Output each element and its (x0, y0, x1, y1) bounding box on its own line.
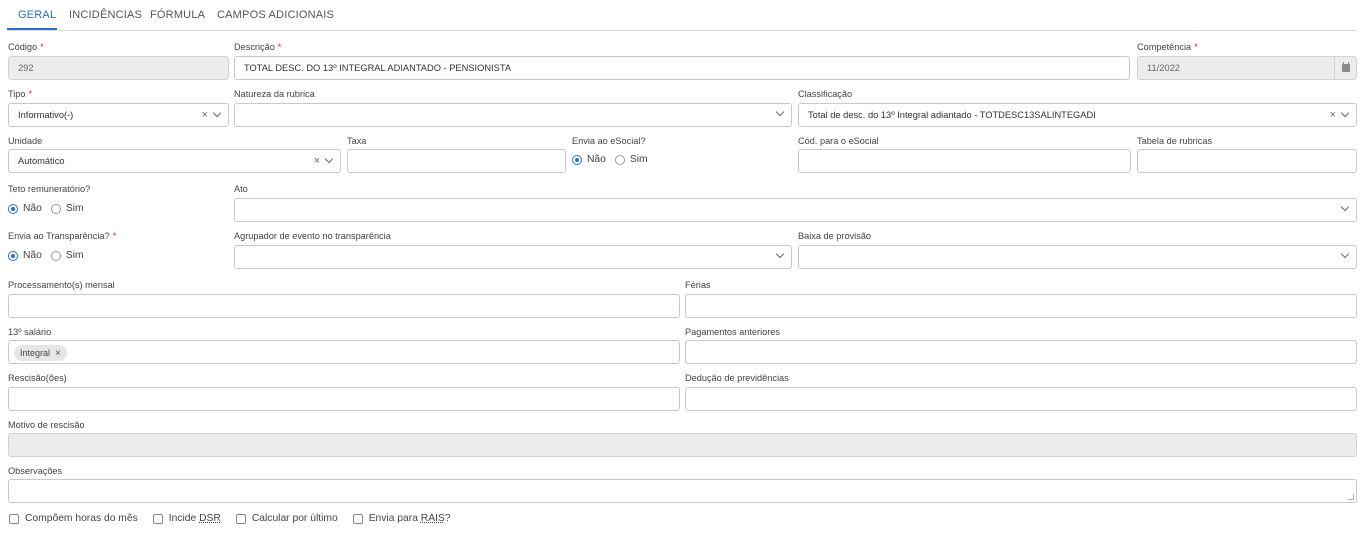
competencia-label: Competência * (1137, 42, 1198, 52)
chip-remove-icon[interactable]: × (55, 348, 61, 359)
pagamentos-anteriores-input[interactable] (685, 340, 1357, 364)
clear-icon[interactable]: × (314, 155, 320, 167)
tipo-select[interactable]: Informativo(-) × (8, 103, 229, 127)
teto-sim-radio[interactable]: Sim (50, 203, 84, 214)
envia-esocial-label: Envia ao eSocial? (572, 136, 646, 146)
tabela-rubricas-input[interactable] (1137, 149, 1357, 173)
incide-dsr-checkbox[interactable]: Incide DSR (152, 513, 221, 524)
pagamentos-anteriores-label: Pagamentos anteriores (685, 327, 780, 337)
cod-esocial-input[interactable] (798, 149, 1131, 173)
envia-rais-checkbox[interactable]: Envia para RAIS? (352, 513, 451, 524)
baixa-provisao-label: Baixa de provisão (798, 231, 872, 241)
motivo-rescisao-field (8, 433, 1357, 457)
chevron-down-icon[interactable] (1340, 108, 1350, 118)
agrupador-select[interactable] (234, 245, 792, 269)
competencia-field: 11/2022 (1137, 56, 1357, 80)
descricao-input[interactable]: TOTAL DESC. DO 13º INTEGRAL ADIANTADO - … (234, 56, 1130, 80)
tab-incidencias[interactable]: INCIDÊNCIAS (69, 9, 142, 21)
envia-transparencia-radio-group: Não Sim (8, 250, 93, 261)
observacoes-textarea[interactable] (8, 479, 1357, 503)
processamento-mensal-input[interactable] (8, 294, 680, 318)
decimo-terceiro-input[interactable]: Integral × (8, 340, 680, 364)
chevron-down-icon[interactable] (775, 107, 785, 117)
calendar-button[interactable] (1334, 57, 1356, 79)
motivo-rescisao-label: Motivo de rescisão (8, 420, 85, 430)
chevron-down-icon[interactable] (1340, 249, 1350, 259)
unidade-label: Unidade (8, 136, 43, 146)
cod-esocial-label: Cód. para o eSocial (798, 136, 879, 146)
rescisao-label: Rescisão(ões) (8, 373, 67, 383)
teto-radio-group: Não Sim (8, 203, 93, 214)
clear-icon[interactable]: × (202, 109, 208, 121)
envia-esocial-nao-radio[interactable]: Não (572, 154, 606, 165)
active-tab-indicator (7, 28, 57, 30)
tipo-label: Tipo * (8, 89, 33, 99)
chevron-down-icon[interactable] (324, 154, 334, 164)
envia-transparencia-label: Envia ao Transparência? * (8, 231, 117, 241)
ferias-label: Férias (685, 280, 711, 290)
deducao-label: Dedução de previdências (685, 373, 789, 383)
rescisao-input[interactable] (8, 387, 680, 411)
teto-nao-radio[interactable]: Não (8, 203, 42, 214)
tab-geral[interactable]: GERAL (18, 9, 56, 21)
ferias-input[interactable] (685, 294, 1357, 318)
chip-integral: Integral × (14, 345, 67, 361)
options-checkbox-row: Compõem horas do mês Incide DSR Calcular… (9, 513, 466, 524)
envia-transparencia-nao-radio[interactable]: Não (8, 250, 42, 261)
tab-formula[interactable]: FÓRMULA (150, 9, 205, 21)
classificacao-select[interactable]: Total de desc. do 13º Integral adiantado… (798, 103, 1357, 127)
natureza-label: Natureza da rubrica (234, 89, 315, 99)
chevron-down-icon[interactable] (212, 108, 222, 118)
teto-label: Teto remuneratório? (8, 184, 91, 194)
tab-bar: GERAL INCIDÊNCIAS FÓRMULA CAMPOS ADICION… (7, 0, 1357, 31)
unidade-select[interactable]: Automático × (8, 149, 341, 173)
decimo-terceiro-label: 13º salário (8, 327, 52, 337)
resize-handle[interactable] (1348, 494, 1354, 500)
tab-campos-adicionais[interactable]: CAMPOS ADICIONAIS (217, 9, 334, 21)
taxa-input[interactable] (347, 149, 566, 173)
natureza-select[interactable] (234, 103, 792, 127)
descricao-label: Descrição * (234, 42, 282, 52)
codigo-label: Código * (8, 42, 44, 52)
calcular-por-ultimo-checkbox[interactable]: Calcular por último (235, 513, 338, 524)
clear-icon[interactable]: × (1330, 109, 1336, 121)
chevron-down-icon[interactable] (775, 249, 785, 259)
codigo-field: 292 (8, 56, 229, 80)
envia-esocial-sim-radio[interactable]: Sim (614, 154, 648, 165)
processamento-mensal-label: Processamento(s) mensal (8, 280, 115, 290)
tabela-rubricas-label: Tabela de rubricas (1137, 136, 1213, 146)
calendar-icon (1342, 62, 1350, 72)
taxa-label: Taxa (347, 136, 367, 146)
baixa-provisao-select[interactable] (798, 245, 1357, 269)
agrupador-label: Agrupador de evento no transparência (234, 231, 391, 241)
classificacao-label: Classificação (798, 89, 853, 99)
envia-transparencia-sim-radio[interactable]: Sim (50, 250, 84, 261)
ato-select[interactable] (234, 198, 1357, 222)
deducao-input[interactable] (685, 387, 1357, 411)
envia-esocial-radio-group: Não Sim (572, 154, 657, 165)
compoem-horas-checkbox[interactable]: Compõem horas do mês (9, 513, 138, 524)
chevron-down-icon[interactable] (1340, 202, 1350, 212)
observacoes-label: Observações (8, 466, 63, 476)
ato-label: Ato (234, 184, 248, 194)
